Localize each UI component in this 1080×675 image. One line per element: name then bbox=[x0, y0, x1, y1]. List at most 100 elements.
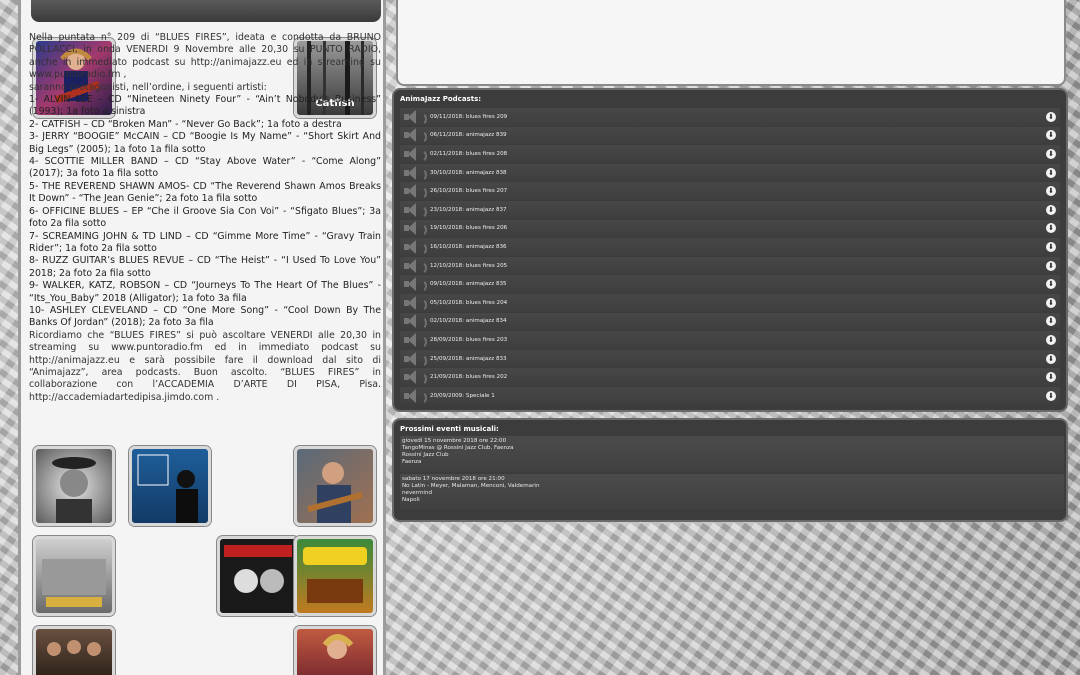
speaker-icon[interactable] bbox=[404, 351, 427, 368]
photo-ashley-cleveland[interactable] bbox=[294, 626, 376, 675]
the-heist-cover-image bbox=[224, 545, 292, 593]
event-item[interactable]: giovedì 15 novembre 2018 ore 22:00 Tango… bbox=[400, 436, 1064, 472]
guitar-player-image bbox=[307, 462, 363, 523]
event-city: Faenza bbox=[402, 459, 422, 465]
download-icon[interactable]: ⬇ bbox=[1046, 241, 1056, 252]
singer-image bbox=[322, 634, 354, 659]
photo-screaming-john[interactable] bbox=[33, 536, 115, 616]
podcast-row[interactable]: 20/09/2009: Speciale 1 ⬇ bbox=[400, 386, 1060, 405]
speaker-icon[interactable] bbox=[404, 370, 427, 387]
podcast-row[interactable]: 06/11/2018: animajazz 839 ⬇ bbox=[400, 126, 1060, 145]
list-item: 9- WALKER, KATZ, ROBSON – CD “Journeys T… bbox=[29, 280, 381, 304]
speaker-icon[interactable] bbox=[404, 295, 427, 312]
download-icon[interactable]: ⬇ bbox=[1046, 130, 1056, 141]
speaker-icon[interactable] bbox=[404, 277, 427, 294]
download-icon[interactable]: ⬇ bbox=[1046, 111, 1056, 122]
list-item: 2- CATFISH – CD “Broken Man” - “Never Go… bbox=[29, 118, 342, 130]
download-icon[interactable]: ⬇ bbox=[1046, 186, 1056, 197]
podcast-row[interactable]: 21/09/2018: blues fires 202 ⬇ bbox=[400, 368, 1060, 387]
list-item: 10- ASHLEY CLEVELAND – CD “One More Song… bbox=[29, 304, 381, 329]
event-date: giovedì 15 novembre 2018 ore 22:00 bbox=[402, 438, 507, 444]
portrait-image bbox=[52, 457, 96, 523]
speaker-icon[interactable] bbox=[404, 165, 427, 182]
podcast-row[interactable]: 09/11/2018: blues fires 209 ⬇ bbox=[400, 108, 1060, 126]
download-icon[interactable]: ⬇ bbox=[1046, 372, 1056, 383]
event-venue: nevermind bbox=[402, 490, 433, 496]
event-date: sabato 17 novembre 2018 ore 21:00 bbox=[402, 476, 505, 482]
events-panel: Prossimi eventi musicali: giovedì 15 nov… bbox=[392, 418, 1068, 522]
podcast-label[interactable]: 02/11/2018: blues fires 208 bbox=[430, 151, 1046, 157]
podcast-label[interactable]: 05/10/2018: blues fires 204 bbox=[430, 300, 1046, 306]
speaker-icon[interactable] bbox=[404, 109, 427, 126]
podcast-label[interactable]: 19/10/2018: blues fires 206 bbox=[430, 225, 1046, 231]
top-content-panel bbox=[396, 0, 1066, 86]
download-icon[interactable]: ⬇ bbox=[1046, 260, 1056, 271]
speaker-icon[interactable] bbox=[404, 128, 427, 145]
podcast-label[interactable]: 30/10/2018: animajazz 838 bbox=[430, 170, 1046, 176]
speaker-icon[interactable] bbox=[404, 332, 427, 349]
speaker-icon[interactable] bbox=[404, 202, 427, 219]
download-icon[interactable]: ⬇ bbox=[1046, 334, 1056, 345]
podcast-label[interactable]: 09/10/2018: animajazz 835 bbox=[430, 281, 1046, 287]
podcast-row[interactable]: 09/10/2018: animajazz 835 ⬇ bbox=[400, 275, 1060, 294]
podcast-row[interactable]: 28/09/2018: blues fires 203 ⬇ bbox=[400, 331, 1060, 349]
podcast-row[interactable]: 02/10/2018: animajazz 834 ⬇ bbox=[400, 312, 1060, 331]
album-cover-image bbox=[137, 454, 198, 523]
podcast-row[interactable]: 05/10/2018: blues fires 204 ⬇ bbox=[400, 293, 1060, 312]
podcast-row[interactable]: 26/10/2018: blues fires 207 ⬇ bbox=[400, 182, 1060, 201]
speaker-icon[interactable] bbox=[404, 388, 427, 405]
event-title[interactable]: No Latin - Meyer, Malaman, Menconi, Vald… bbox=[402, 483, 1062, 490]
article-lead: saranno protagonisti, nell’ordine, i seg… bbox=[29, 81, 267, 93]
download-icon[interactable]: ⬇ bbox=[1046, 148, 1056, 159]
event-title[interactable]: TangoMinas @ Rossini Jazz Club, Faenza bbox=[402, 445, 1062, 452]
photo-officine-blues[interactable] bbox=[294, 536, 376, 616]
photo-scottie-miller[interactable] bbox=[294, 446, 376, 526]
podcast-row[interactable]: 02/11/2018: blues fires 208 ⬇ bbox=[400, 145, 1060, 163]
photo-jerry-mccain[interactable] bbox=[33, 446, 115, 526]
podcast-label[interactable]: 26/10/2018: blues fires 207 bbox=[430, 188, 1046, 194]
list-item: 7- SCREAMING JOHN & TD LIND – CD “Gimme … bbox=[29, 230, 381, 254]
events-title: Prossimi eventi musicali: bbox=[400, 425, 499, 433]
podcast-label[interactable]: 16/10/2018: animajazz 836 bbox=[430, 244, 1046, 250]
speaker-icon[interactable] bbox=[404, 184, 427, 201]
podcast-label[interactable]: 25/09/2018: animajazz 833 bbox=[430, 356, 1046, 362]
speaker-icon[interactable] bbox=[404, 239, 427, 256]
podcast-label[interactable]: 12/10/2018: blues fires 205 bbox=[430, 263, 1046, 269]
speaker-icon[interactable] bbox=[404, 258, 427, 275]
article-column: Catfish Nella puntata n° 209 di “BLUES F… bbox=[18, 0, 386, 675]
speaker-icon[interactable] bbox=[404, 146, 427, 163]
podcast-label[interactable]: 21/09/2018: blues fires 202 bbox=[430, 374, 1046, 380]
podcast-label[interactable]: 02/10/2018: animajazz 834 bbox=[430, 318, 1046, 324]
photo-walker-katz-robson[interactable] bbox=[33, 626, 115, 675]
podcast-label[interactable]: 23/10/2018: animajazz 837 bbox=[430, 207, 1046, 213]
article-intro: Nella puntata n° 209 di “BLUES FIRES”, i… bbox=[29, 32, 381, 81]
speaker-icon[interactable] bbox=[404, 221, 427, 238]
officine-blues-cover-image bbox=[303, 547, 367, 603]
podcast-row[interactable]: 23/10/2018: animajazz 837 ⬇ bbox=[400, 200, 1060, 219]
speaker-icon[interactable] bbox=[404, 314, 427, 331]
download-icon[interactable]: ⬇ bbox=[1046, 297, 1056, 308]
podcast-list: 09/11/2018: blues fires 209 ⬇ 06/11/2018:… bbox=[400, 108, 1060, 406]
download-icon[interactable]: ⬇ bbox=[1046, 279, 1056, 290]
download-icon[interactable]: ⬇ bbox=[1046, 353, 1056, 364]
podcast-row[interactable]: 12/10/2018: blues fires 205 ⬇ bbox=[400, 256, 1060, 275]
download-icon[interactable]: ⬇ bbox=[1046, 223, 1056, 234]
podcasts-panel: AnimaJazz Podcasts: 09/11/2018: blues fi… bbox=[392, 88, 1068, 412]
podcast-row[interactable]: 30/10/2018: animajazz 838 ⬇ bbox=[400, 163, 1060, 182]
list-item: 5- THE REVEREND SHAWN AMOS- CD “The Reve… bbox=[29, 180, 381, 205]
podcast-label[interactable]: 09/11/2018: blues fires 209 bbox=[430, 114, 1046, 120]
podcast-row[interactable]: 19/10/2018: blues fires 206 ⬇ bbox=[400, 219, 1060, 238]
photo-reverend-shawn-amos[interactable] bbox=[129, 446, 211, 526]
event-item[interactable]: sabato 17 novembre 2018 ore 21:00 No Lat… bbox=[400, 474, 1064, 510]
download-icon[interactable]: ⬇ bbox=[1046, 390, 1056, 401]
podcast-label[interactable]: 28/09/2018: blues fires 203 bbox=[430, 337, 1046, 343]
podcast-label[interactable]: 20/09/2009: Speciale 1 bbox=[430, 393, 1046, 399]
photo-ruzz-guitar[interactable] bbox=[217, 536, 299, 616]
list-item: 8- RUZZ GUITAR’s BLUES REVUE – CD “The H… bbox=[29, 255, 381, 279]
podcast-row[interactable]: 16/10/2018: animajazz 836 ⬇ bbox=[400, 238, 1060, 256]
download-icon[interactable]: ⬇ bbox=[1046, 316, 1056, 327]
download-icon[interactable]: ⬇ bbox=[1046, 167, 1056, 178]
podcast-row[interactable]: 25/09/2018: animajazz 833 ⬇ bbox=[400, 349, 1060, 368]
download-icon[interactable]: ⬇ bbox=[1046, 204, 1056, 215]
podcast-label[interactable]: 06/11/2018: animajazz 839 bbox=[430, 132, 1046, 138]
